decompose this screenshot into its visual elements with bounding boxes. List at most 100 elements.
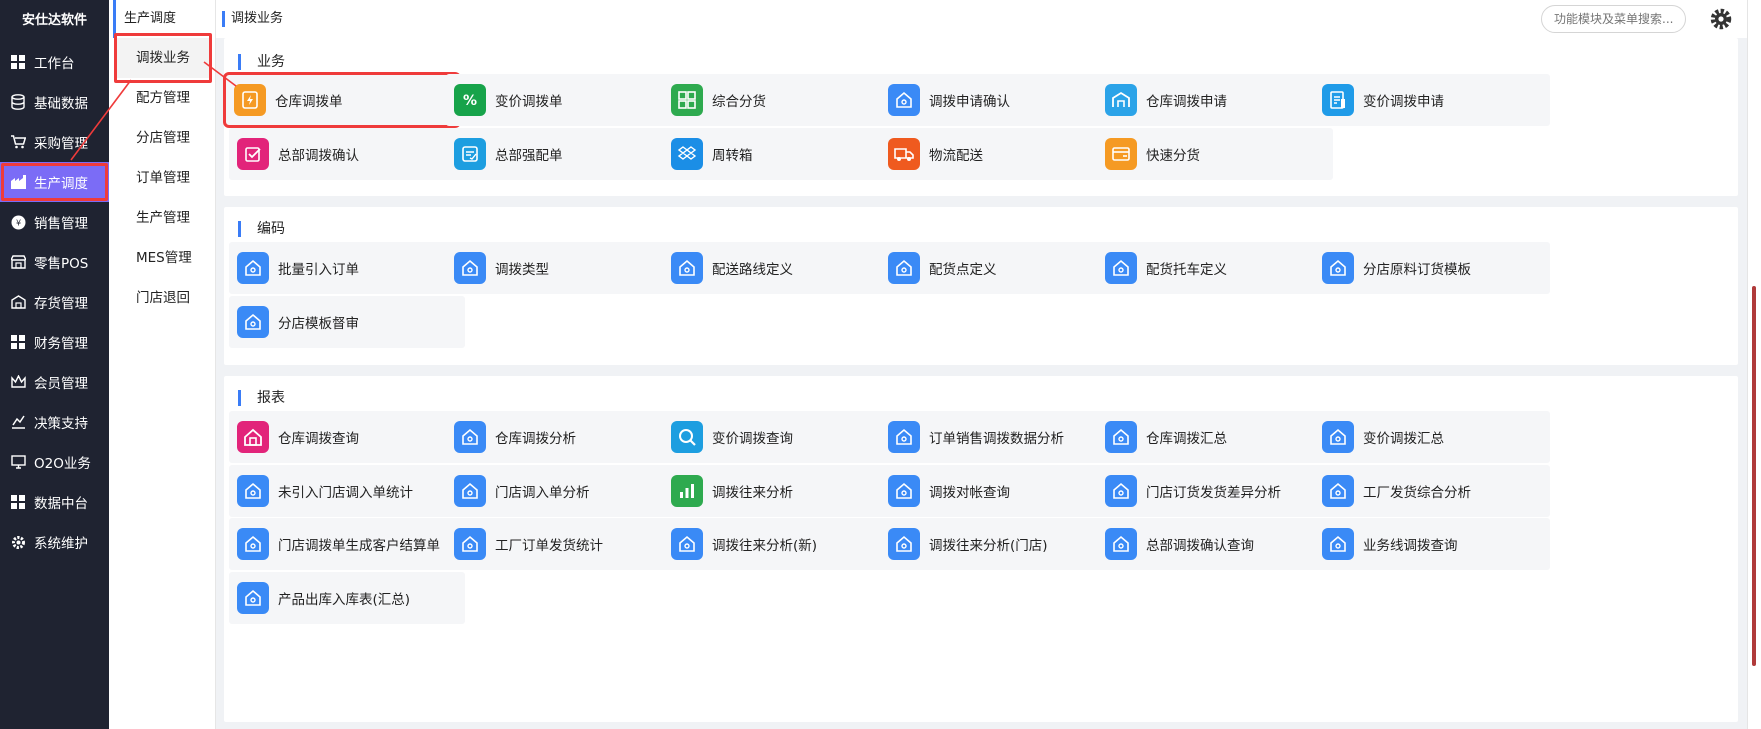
- tile-branch-template-review[interactable]: 分店模板督审: [229, 296, 465, 348]
- sidebar-item-member[interactable]: 会员管理: [0, 362, 109, 402]
- tile-store-order-delivery-diff[interactable]: 门店订货发货差异分析: [1097, 465, 1333, 517]
- sidebar-item-decision[interactable]: 决策支持: [0, 402, 109, 442]
- home-icon: [1322, 252, 1354, 284]
- home-icon: [237, 252, 269, 284]
- sidebar-item-system[interactable]: 系统维护: [0, 522, 109, 562]
- tile-store-inbound-analysis[interactable]: 门店调入单分析: [446, 465, 682, 517]
- tile-label: 产品出库入库表(汇总): [278, 592, 411, 608]
- sidebar-item-data-center[interactable]: 数据中台: [0, 482, 109, 522]
- tile-transfer-request-confirm[interactable]: 调拨申请确认: [880, 74, 1116, 126]
- tile-hq-transfer-confirm-query[interactable]: 总部调拨确认查询: [1097, 518, 1333, 570]
- tile-label: 调拨类型: [495, 262, 549, 278]
- tile-label: 配货点定义: [929, 262, 997, 278]
- tile-transfer-exchange-analysis[interactable]: 调拨往来分析: [663, 465, 899, 517]
- tile-transfer-reconcile-query[interactable]: 调拨对帐查询: [880, 465, 1116, 517]
- tile-price-transfer-request[interactable]: 变价调拨申请: [1314, 74, 1550, 126]
- tile-delivery-route[interactable]: 配送路线定义: [663, 242, 899, 294]
- grid-icon: [10, 54, 26, 70]
- tile-label: 仓库调拨单: [275, 94, 343, 110]
- sidebar-item-label: O2O业务: [34, 456, 91, 472]
- tile-order-sales-transfer-analysis[interactable]: 订单销售调拨数据分析: [880, 411, 1116, 463]
- sidebar-item-o2o[interactable]: O2O业务: [0, 442, 109, 482]
- settings-gear-icon[interactable]: [1708, 6, 1734, 32]
- sidebar-item-production[interactable]: 生产调度: [0, 162, 109, 202]
- sidebar-item-label: 系统维护: [34, 536, 88, 552]
- tile-warehouse-transfer-summary[interactable]: 仓库调拨汇总: [1097, 411, 1333, 463]
- tile-store-transfer-settlement[interactable]: 门店调拨单生成客户结算单: [229, 518, 465, 570]
- tile-label: 总部调拨确认: [278, 148, 359, 164]
- tile-logistics-delivery[interactable]: 物流配送: [880, 128, 1116, 180]
- submenu-item-store-return[interactable]: 门店退回: [109, 278, 215, 318]
- submenu-item-formula[interactable]: 配方管理: [109, 78, 215, 118]
- tile-label: 周转箱: [712, 148, 753, 164]
- tile-transfer-type[interactable]: 调拨类型: [446, 242, 682, 294]
- vertical-scrollbar[interactable]: [1747, 0, 1761, 729]
- tile-factory-delivery-analysis[interactable]: 工厂发货综合分析: [1314, 465, 1550, 517]
- sales-icon: ¥: [10, 214, 26, 230]
- grid-icon: [10, 494, 26, 510]
- apps-icon: [671, 84, 703, 116]
- section-coding: 编码 批量引入订单 调拨类型 配送路线定义 配货点定义 配货托车定义 分店原料订…: [224, 207, 1738, 365]
- building-icon: [1105, 84, 1137, 116]
- tile-label: 批量引入订单: [278, 262, 359, 278]
- tile-comprehensive-split[interactable]: 综合分货: [663, 74, 899, 126]
- sidebar-item-inventory[interactable]: 存货管理: [0, 282, 109, 322]
- tile-transfer-exchange-analysis-new[interactable]: 调拨往来分析(新): [663, 518, 899, 570]
- tile-hq-forced-allocation[interactable]: 总部强配单: [446, 128, 682, 180]
- warehouse-icon: [10, 294, 26, 310]
- tile-price-transfer-summary[interactable]: 变价调拨汇总: [1314, 411, 1550, 463]
- sidebar-item-finance[interactable]: 财务管理: [0, 322, 109, 362]
- home-icon: [1322, 475, 1354, 507]
- sidebar-item-workbench[interactable]: 工作台: [0, 42, 109, 82]
- tile-product-in-out-summary[interactable]: 产品出库入库表(汇总): [229, 572, 465, 624]
- sidebar-item-base-data[interactable]: 基础数据: [0, 82, 109, 122]
- tile-label: 门店调入单分析: [495, 485, 590, 501]
- tile-hq-transfer-confirm[interactable]: 总部调拨确认: [229, 128, 465, 180]
- crown-icon: [10, 374, 26, 390]
- main-content: 业务 仓库调拨单 % 变价调拨单 综合分货 调拨申请确认 仓库调拨申请 变价调拨…: [216, 38, 1761, 729]
- sidebar-item-retail-pos[interactable]: 零售POS: [0, 242, 109, 282]
- tile-label: 变价调拨查询: [712, 431, 793, 447]
- sidebar-item-sales[interactable]: ¥ 销售管理: [0, 202, 109, 242]
- tile-business-line-transfer-query[interactable]: 业务线调拨查询: [1314, 518, 1550, 570]
- home-icon: [454, 252, 486, 284]
- tile-allocation-point[interactable]: 配货点定义: [880, 242, 1116, 294]
- scrollbar-thumb[interactable]: [1752, 286, 1756, 666]
- tile-allocation-trolley[interactable]: 配货托车定义: [1097, 242, 1333, 294]
- tile-batch-import-orders[interactable]: 批量引入订单: [229, 242, 465, 294]
- submenu-item-branch[interactable]: 分店管理: [109, 118, 215, 158]
- tile-label: 工厂发货综合分析: [1363, 485, 1471, 501]
- database-icon: [10, 94, 26, 110]
- tile-unimported-store-inbound-stats[interactable]: 未引入门店调入单统计: [229, 465, 465, 517]
- sidebar-item-label: 工作台: [34, 56, 75, 72]
- tile-label: 调拨往来分析(新): [712, 538, 818, 554]
- section-title: 业务: [238, 54, 285, 70]
- tile-price-transfer[interactable]: % 变价调拨单: [446, 74, 682, 126]
- home-icon: [1322, 528, 1354, 560]
- tile-label: 业务线调拨查询: [1363, 538, 1458, 554]
- sidebar-item-purchase[interactable]: 采购管理: [0, 122, 109, 162]
- tile-quick-split[interactable]: 快速分货: [1097, 128, 1333, 180]
- sidebar-item-label: 决策支持: [34, 416, 88, 432]
- sidebar-item-label: 生产调度: [34, 176, 88, 192]
- submenu-item-transfer[interactable]: 调拨业务: [114, 33, 212, 83]
- tile-label: 仓库调拨查询: [278, 431, 359, 447]
- tile-branch-material-template[interactable]: 分店原料订货模板: [1314, 242, 1550, 294]
- tile-warehouse-transfer-query[interactable]: 仓库调拨查询: [229, 411, 465, 463]
- store-icon: [10, 254, 26, 270]
- home-icon: [1105, 252, 1137, 284]
- tile-warehouse-transfer-analysis[interactable]: 仓库调拨分析: [446, 411, 682, 463]
- tile-turnover-box[interactable]: 周转箱: [663, 128, 899, 180]
- dropbox-icon: [671, 138, 703, 170]
- tile-warehouse-transfer[interactable]: 仓库调拨单: [223, 72, 461, 128]
- tile-factory-order-delivery-stats[interactable]: 工厂订单发货统计: [446, 518, 682, 570]
- secondary-menu: 生产调度 调拨业务 配方管理 分店管理 订单管理 生产管理 MES管理 门店退回: [109, 0, 216, 729]
- tile-warehouse-transfer-request[interactable]: 仓库调拨申请: [1097, 74, 1333, 126]
- submenu-item-production[interactable]: 生产管理: [109, 198, 215, 238]
- search-input[interactable]: [1541, 5, 1686, 33]
- tile-transfer-exchange-analysis-store[interactable]: 调拨往来分析(门店): [880, 518, 1116, 570]
- submenu-item-mes[interactable]: MES管理: [109, 238, 215, 278]
- tile-price-transfer-query[interactable]: 变价调拨查询: [663, 411, 899, 463]
- submenu-item-order[interactable]: 订单管理: [109, 158, 215, 198]
- home-icon: [454, 528, 486, 560]
